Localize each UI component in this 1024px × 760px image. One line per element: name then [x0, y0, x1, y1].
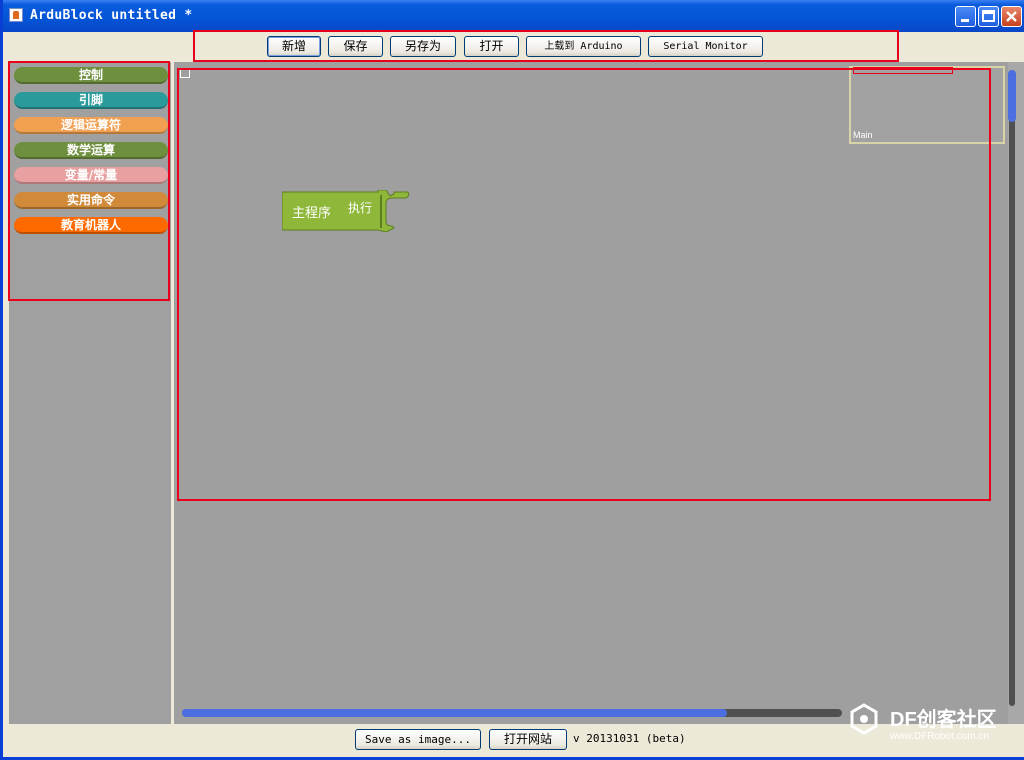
open-website-button[interactable]: 打开网站	[489, 729, 567, 750]
minimap-viewport[interactable]	[853, 67, 953, 74]
category-utilities[interactable]: 实用命令	[14, 192, 168, 209]
save-as-image-button[interactable]: Save as image...	[355, 729, 481, 750]
watermark-brand: DF创客社区	[890, 709, 997, 731]
upload-to-arduino-button[interactable]: 上载到 Arduino	[526, 36, 641, 57]
category-educational-robot[interactable]: 教育机器人	[14, 217, 168, 234]
category-math[interactable]: 数学运算	[14, 142, 168, 159]
watermark-url: www.DFRobot.com.cn	[890, 731, 989, 742]
open-button[interactable]: 打开	[464, 36, 519, 57]
category-variables-constants[interactable]: 变量/常量	[14, 167, 168, 184]
category-control[interactable]: 控制	[14, 67, 168, 84]
minimize-button[interactable]	[955, 6, 976, 27]
workspace-canvas[interactable]	[174, 62, 1008, 738]
vertical-scroll-thumb[interactable]	[1008, 70, 1016, 122]
title-bar[interactable]: ArduBlock untitled *	[3, 0, 1024, 32]
window-title: ArduBlock untitled *	[30, 8, 193, 23]
block-category-panel: 控制 引脚 逻辑运算符 数学运算 变量/常量 实用命令 教育机器人	[9, 62, 171, 754]
horizontal-scroll-thumb[interactable]	[182, 709, 727, 717]
main-block-action-label: 执行	[348, 201, 373, 215]
serial-monitor-button[interactable]: Serial Monitor	[648, 36, 763, 57]
vertical-scroll-track[interactable]	[1009, 70, 1015, 706]
main-program-block[interactable]: 主程序 执行	[281, 189, 412, 236]
new-button[interactable]: 新增	[267, 36, 321, 57]
maximize-button[interactable]	[978, 6, 999, 27]
maximize-icon	[982, 10, 995, 22]
close-button[interactable]	[1001, 6, 1022, 27]
close-icon	[1006, 11, 1017, 22]
version-label: v 20131031 (beta)	[573, 732, 686, 745]
save-button[interactable]: 保存	[328, 36, 383, 57]
main-block-label: 主程序	[292, 206, 332, 221]
save-as-button[interactable]: 另存为	[390, 36, 456, 57]
client-area: 新增 保存 另存为 打开 上载到 Arduino Serial Monitor …	[6, 30, 1024, 757]
category-pins[interactable]: 引脚	[14, 92, 168, 109]
java-app-icon	[9, 8, 23, 22]
app-window: ArduBlock untitled * 新增 保存 另存为 打开 上载到 Ar…	[0, 0, 1024, 760]
category-logic-operators[interactable]: 逻辑运算符	[14, 117, 168, 134]
toolbar: 新增 保存 另存为 打开 上载到 Arduino Serial Monitor	[6, 32, 1024, 60]
minimize-icon	[961, 19, 969, 22]
minimap-label: Main	[853, 130, 873, 140]
dfrobot-watermark: DF创客社区 www.DFRobot.com.cn	[846, 697, 1024, 747]
dfrobot-logo-icon	[850, 703, 878, 735]
canvas-corner-marker	[180, 68, 190, 78]
